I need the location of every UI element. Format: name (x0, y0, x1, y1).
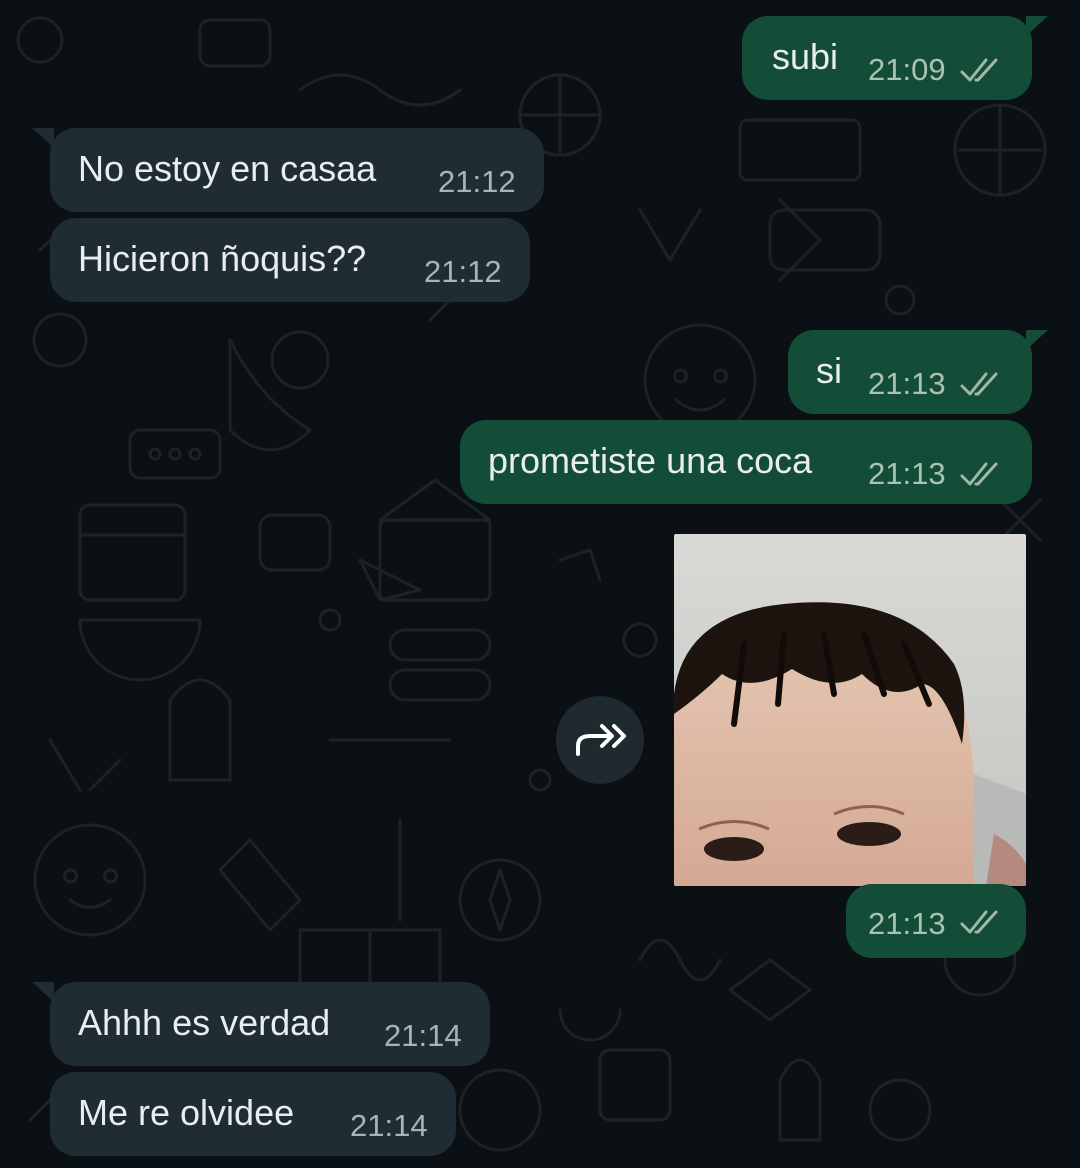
message-time: 21:13 (868, 456, 946, 491)
message-time: 21:09 (868, 52, 946, 87)
message-time: 21:14 (350, 1108, 428, 1143)
photo-image (674, 534, 1026, 886)
bubble-tail (1026, 330, 1048, 350)
message-incoming[interactable]: Hicieron ñoquis?? 21:12 (50, 218, 530, 302)
message-time: 21:12 (438, 164, 516, 199)
photo-message[interactable] (674, 534, 1026, 886)
message-time: 21:13 (868, 366, 946, 401)
bubble-tail (1026, 16, 1048, 36)
message-time: 21:13 (868, 906, 946, 941)
message-time: 21:12 (424, 254, 502, 289)
message-text: prometiste una coca (488, 440, 813, 481)
message-outgoing[interactable]: subi 21:09 (742, 16, 1032, 100)
message-text: No estoy en casaa (78, 148, 377, 189)
message-incoming[interactable]: Me re olvidee 21:14 (50, 1072, 456, 1156)
message-text: Hicieron ñoquis?? (78, 238, 367, 279)
message-text: subi (772, 36, 839, 77)
message-incoming[interactable]: No estoy en casaa 21:12 (50, 128, 544, 212)
double-check-icon (960, 372, 998, 396)
double-check-icon (960, 910, 998, 934)
message-text: Me re olvidee (78, 1092, 295, 1133)
photo-time-bubble: 21:13 (846, 884, 1026, 958)
message-text: Ahhh es verdad (78, 1002, 331, 1043)
forward-arrow-icon (576, 724, 626, 756)
double-check-icon (960, 462, 998, 486)
bubble-tail (32, 982, 54, 1002)
message-outgoing[interactable]: prometiste una coca 21:13 (460, 420, 1032, 504)
message-incoming[interactable]: Ahhh es verdad 21:14 (50, 982, 490, 1066)
bubble-tail (32, 128, 54, 148)
forward-button[interactable] (556, 696, 644, 784)
message-outgoing[interactable]: si 21:13 (788, 330, 1032, 414)
double-check-icon (960, 58, 998, 82)
message-text: si (816, 350, 842, 391)
message-time: 21:14 (384, 1018, 462, 1053)
